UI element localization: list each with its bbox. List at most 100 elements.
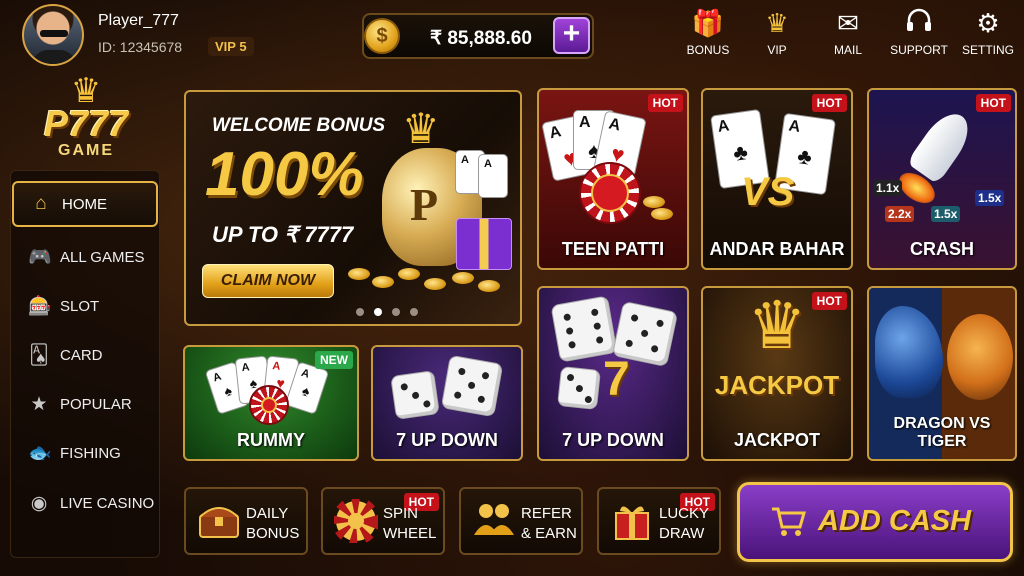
sidebar-item-fishing[interactable]: 🐟 FISHING xyxy=(12,430,158,476)
banner-headline: WELCOME BONUS xyxy=(212,115,386,136)
gold-coin xyxy=(478,280,500,292)
multiplier-chip: 2.2x xyxy=(885,206,915,222)
sidebar-item-label: ALL GAMES xyxy=(60,248,145,266)
game-tile-7-up-down[interactable]: 7 UP DOWN xyxy=(371,345,523,461)
sidebar-item-live-casino[interactable]: ◉ LIVE CASINO xyxy=(12,480,158,526)
hot-badge: HOT xyxy=(975,94,1011,112)
carousel-dot[interactable] xyxy=(392,308,400,316)
fish-icon: 🐟 xyxy=(28,443,52,464)
casino-chip-icon xyxy=(579,162,641,224)
coin-icon: $ xyxy=(364,18,400,54)
refer-earn-line1: REFER xyxy=(521,505,572,522)
tiger-icon xyxy=(947,314,1013,400)
sidebar-item-slot[interactable]: 🎰 SLOT xyxy=(12,283,158,329)
hot-badge: HOT xyxy=(647,94,683,112)
add-balance-button[interactable]: + xyxy=(553,17,590,54)
sidebar-item-label: SLOT xyxy=(60,297,100,315)
game-tile-rummy[interactable]: A ♠ A ♠ A ♥ A ♠ NEW RUMMY xyxy=(183,345,359,461)
dice-icon xyxy=(557,366,601,410)
headset-icon xyxy=(889,8,949,38)
carousel-dot-active[interactable] xyxy=(374,308,382,316)
bonus-button[interactable]: 🎁 BONUS xyxy=(678,8,738,57)
game-tile-crash[interactable]: 1.1x 2.2x 1.5x 1.5x HOT CRASH xyxy=(867,88,1017,270)
cards-icon: 🂡 xyxy=(29,344,49,366)
support-button[interactable]: SUPPORT xyxy=(889,8,949,57)
game-tile-7-up-down-featured[interactable]: 7 7 UP DOWN xyxy=(537,286,689,461)
sidebar-item-label: HOME xyxy=(62,195,107,213)
spin-wheel-line2: WHEEL xyxy=(383,525,437,542)
dice-icon xyxy=(440,354,504,418)
gold-coin xyxy=(651,208,673,220)
game-tile-dragon-vs-tiger[interactable]: DRAGON VS TIGER xyxy=(867,286,1017,461)
multiplier-chip: 1.5x xyxy=(975,190,1005,206)
gold-coin xyxy=(424,278,446,290)
hot-badge: HOT xyxy=(811,292,847,310)
cart-icon xyxy=(770,505,806,545)
game-tile-andar-bahar[interactable]: A ♣ A ♣ VS HOT ANDAR BAHAR xyxy=(701,88,853,270)
casino-chip-icon: ◉ xyxy=(30,492,48,514)
claim-now-button[interactable]: CLAIM NOW xyxy=(202,264,334,298)
gear-icon: ⚙ xyxy=(976,8,1000,38)
spin-wheel-button[interactable]: HOT SPIN WHEEL xyxy=(321,487,445,555)
playing-card: A xyxy=(478,154,508,198)
multiplier-chip: 1.5x xyxy=(931,206,961,222)
game-tile-label: DRAGON VS TIGER xyxy=(893,415,991,450)
spin-wheel-icon xyxy=(332,497,380,545)
spin-wheel-line1: SPIN xyxy=(383,505,419,522)
sidebar-item-label: CARD xyxy=(60,346,103,364)
sidebar-item-card[interactable]: 🂡 CARD xyxy=(12,332,158,378)
sidebar-item-label: FISHING xyxy=(60,444,121,462)
crown-icon: ♛ xyxy=(765,8,789,38)
gold-coin xyxy=(372,276,394,288)
logo-crown-icon: ♛ xyxy=(70,72,102,110)
banner-percent: 100% xyxy=(205,140,364,209)
lucky-draw-line2: DRAW xyxy=(659,525,705,542)
sidebar-item-home[interactable]: ⌂ HOME xyxy=(12,181,158,227)
avatar-body xyxy=(32,50,76,64)
daily-bonus-line2: BONUS xyxy=(246,525,300,542)
game-tile-jackpot[interactable]: ♛ JACKPOT HOT JACKPOT xyxy=(701,286,853,461)
avatar[interactable] xyxy=(22,4,84,66)
gold-coin xyxy=(398,268,420,280)
dice-icon xyxy=(390,370,440,420)
mail-icon: ✉ xyxy=(837,8,859,38)
carousel-dot[interactable] xyxy=(410,308,418,316)
gift-box-icon xyxy=(456,218,512,270)
mail-label: MAIL xyxy=(833,43,862,57)
sidebar-item-popular[interactable]: ★ POPULAR xyxy=(12,381,158,427)
money-bag-letter: P xyxy=(410,179,439,230)
lucky-seven-text: 7 xyxy=(603,353,630,406)
bonus-label: BONUS xyxy=(686,43,730,57)
gold-coin xyxy=(452,272,474,284)
refer-earn-button[interactable]: REFER & EARN xyxy=(459,487,583,555)
setting-button[interactable]: ⚙ SETTING xyxy=(958,8,1018,57)
logo-brand-text: P777 xyxy=(43,103,129,144)
gold-coin xyxy=(348,268,370,280)
support-label: SUPPORT xyxy=(890,43,948,57)
game-tile-teen-patti[interactable]: A ♥ A ♠ A ♥ HOT TEEN PATTI xyxy=(537,88,689,270)
sidebar-item-all-games[interactable]: 🎮 ALL GAMES xyxy=(12,234,158,280)
game-tile-label: RUMMY xyxy=(237,430,305,450)
sidebar-item-label: POPULAR xyxy=(60,395,132,413)
mail-button[interactable]: ✉ MAIL xyxy=(818,8,878,57)
banner-subline: UP TO ₹ 7777 xyxy=(212,222,354,247)
jackpot-art-text: JACKPOT xyxy=(714,370,840,400)
gift-box-icon xyxy=(609,499,655,545)
add-cash-label: ADD CASH xyxy=(818,505,972,537)
carousel-dot[interactable] xyxy=(356,308,364,316)
vip-button[interactable]: ♛ VIP xyxy=(747,8,807,57)
add-cash-button[interactable]: ADD CASH xyxy=(737,482,1013,562)
vip-level-badge[interactable]: VIP 5 xyxy=(208,37,254,56)
multiplier-chip: 1.1x xyxy=(873,180,903,196)
gold-coin xyxy=(643,196,665,208)
gift-icon: 🎁 xyxy=(691,8,725,38)
gamepad-icon: 🎮 xyxy=(28,247,52,268)
lucky-draw-line1: LUCKY xyxy=(659,505,710,522)
star-icon: ★ xyxy=(30,393,48,415)
daily-bonus-button[interactable]: DAILY BONUS xyxy=(184,487,308,555)
dragon-icon xyxy=(875,306,943,398)
game-tile-label: 7 UP DOWN xyxy=(562,430,664,450)
people-icon xyxy=(471,499,517,545)
game-tile-label: JACKPOT xyxy=(733,430,820,450)
lucky-draw-button[interactable]: HOT LUCKY DRAW xyxy=(597,487,721,555)
